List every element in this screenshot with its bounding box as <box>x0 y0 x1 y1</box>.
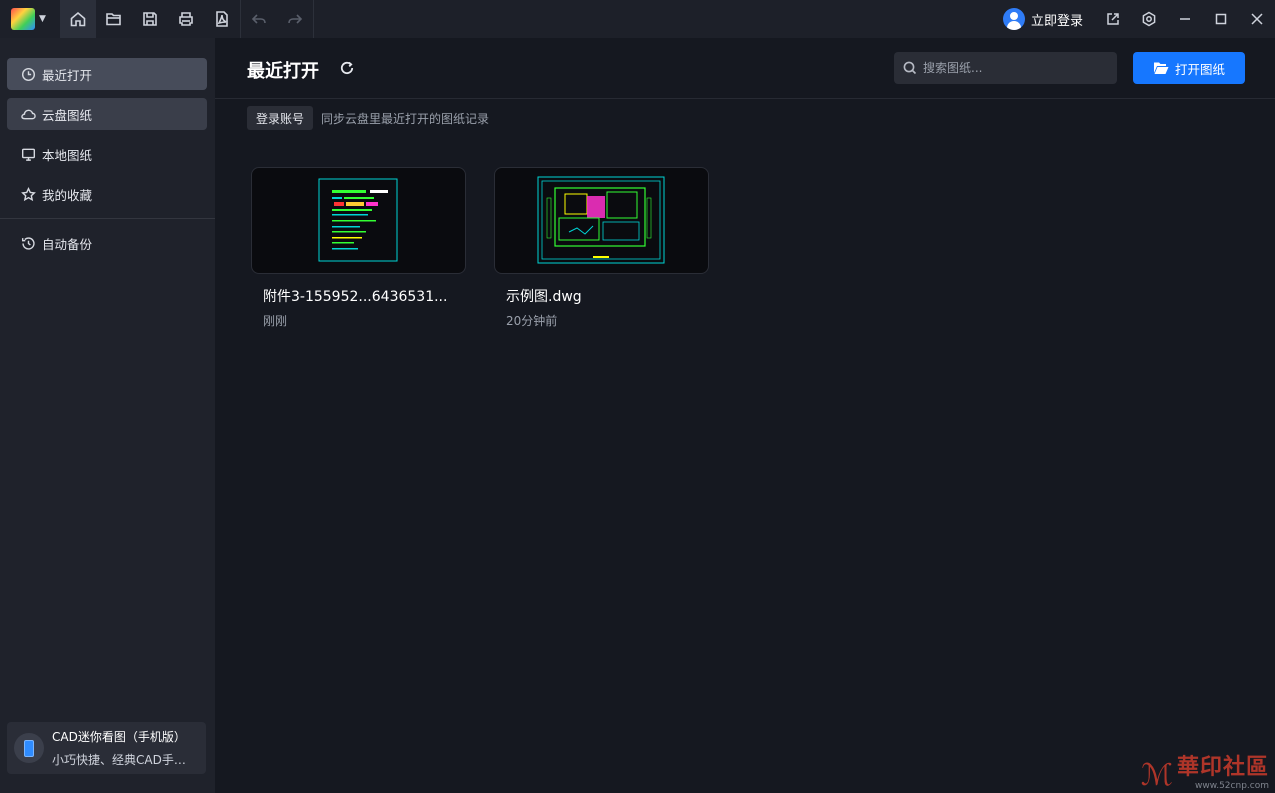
sidebar-item-cloud[interactable]: 云盘图纸 <box>7 98 207 130</box>
export-pdf-button[interactable] <box>204 0 240 38</box>
main-content: 最近打开 打开图纸 登录账号 同步云盘里最近打开的图纸记录 <box>215 38 1275 793</box>
maximize-button[interactable] <box>1203 0 1239 38</box>
promo-title: CAD迷你看图（手机版） <box>52 730 186 744</box>
pdf-icon <box>216 11 228 27</box>
login-hint: 同步云盘里最近打开的图纸记录 <box>321 112 490 126</box>
title-bar: ▼ 立即登录 <box>0 0 1275 38</box>
open-file-button[interactable] <box>96 0 132 38</box>
sidebar-item-label: 云盘图纸 <box>42 107 93 123</box>
login-account-button[interactable]: 登录账号 <box>247 106 314 130</box>
sidebar-divider <box>0 218 215 219</box>
clock-icon <box>21 67 36 81</box>
sidebar-item-label: 最近打开 <box>42 67 93 83</box>
watermark-url: www.52cnp.com <box>1194 781 1269 791</box>
file-name: 示例图.dwg <box>506 289 582 305</box>
maximize-icon <box>1215 13 1227 25</box>
home-button[interactable] <box>60 0 96 38</box>
file-card[interactable]: 示例图.dwg 20分钟前 <box>494 167 709 329</box>
login-button[interactable]: 立即登录 <box>995 0 1095 38</box>
open-drawing-label: 打开图纸 <box>1174 61 1225 77</box>
minimize-button[interactable] <box>1167 0 1203 38</box>
refresh-icon <box>340 61 354 75</box>
page-title: 最近打开 <box>247 61 319 82</box>
watermark-logo-icon: ℳ <box>1140 758 1173 793</box>
close-button[interactable] <box>1239 0 1275 38</box>
refresh-button[interactable] <box>339 60 355 76</box>
open-folder-icon <box>106 13 121 26</box>
mobile-app-promo[interactable]: CAD迷你看图（手机版） 小巧快捷、经典CAD手机看图 <box>7 722 206 774</box>
save-icon <box>143 12 157 26</box>
sidebar-item-label: 自动备份 <box>42 236 93 252</box>
undo-button[interactable] <box>241 0 277 38</box>
monitor-icon <box>21 148 36 161</box>
avatar <box>1002 8 1025 30</box>
file-name: 附件3-155952...6436531... <box>263 289 448 305</box>
redo-button[interactable] <box>277 0 313 38</box>
share-button[interactable] <box>1095 0 1131 38</box>
share-icon <box>1107 13 1119 25</box>
settings-icon <box>1142 11 1156 27</box>
watermark-text: 華印社區 <box>1176 754 1269 780</box>
print-icon <box>179 12 193 26</box>
folder-open-icon <box>1153 62 1169 74</box>
drawing-thumbnail <box>251 167 466 274</box>
file-time: 刚刚 <box>263 314 288 328</box>
file-card[interactable]: 附件3-155952...6436531... 刚刚 <box>251 167 466 329</box>
toolbar-divider <box>313 0 314 38</box>
redo-icon <box>288 14 303 24</box>
undo-icon <box>251 14 266 24</box>
sidebar-item-local[interactable]: 本地图纸 <box>7 138 207 170</box>
sidebar-item-label: 我的收藏 <box>42 187 93 203</box>
minimize-icon <box>1180 18 1190 20</box>
sidebar-item-recent[interactable]: 最近打开 <box>7 58 207 90</box>
open-drawing-button[interactable]: 打开图纸 <box>1133 52 1245 84</box>
phone-icon <box>14 733 44 763</box>
settings-button[interactable] <box>1131 0 1167 38</box>
header-divider <box>215 98 1275 99</box>
search-input[interactable] <box>923 61 1103 75</box>
chevron-down-icon: ▼ <box>39 14 46 24</box>
app-logo-icon <box>11 8 35 30</box>
sidebar: 最近打开 云盘图纸 本地图纸 我的收藏 自动备份 CAD迷你看图（手机版） 小巧… <box>0 38 215 793</box>
promo-subtitle: 小巧快捷、经典CAD手机看图 <box>52 753 196 767</box>
save-button[interactable] <box>132 0 168 38</box>
history-icon <box>21 236 35 250</box>
star-icon <box>21 186 36 201</box>
watermark: ℳ 華印社區 www.52cnp.com <box>1141 749 1269 791</box>
file-time: 20分钟前 <box>506 314 558 328</box>
drawing-thumbnail <box>494 167 709 274</box>
login-label: 立即登录 <box>1030 13 1083 29</box>
search-icon <box>903 61 917 75</box>
sidebar-item-label: 本地图纸 <box>42 147 93 163</box>
home-icon <box>70 11 86 27</box>
close-icon <box>1251 13 1263 25</box>
app-menu-button[interactable]: ▼ <box>0 0 60 38</box>
cloud-icon <box>21 109 36 119</box>
print-button[interactable] <box>168 0 204 38</box>
sidebar-item-backup[interactable]: 自动备份 <box>7 227 207 259</box>
sidebar-item-favorites[interactable]: 我的收藏 <box>7 178 207 210</box>
search-box[interactable] <box>894 52 1117 84</box>
